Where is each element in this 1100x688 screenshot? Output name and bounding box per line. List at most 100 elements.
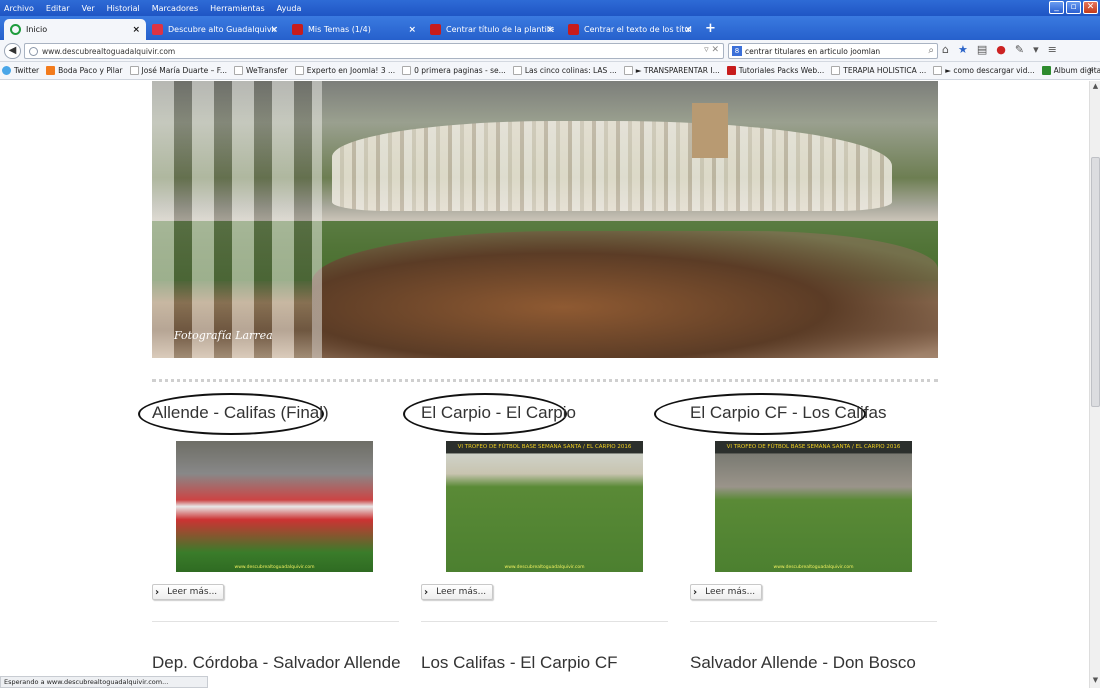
close-tab-icon[interactable]: ×: [546, 25, 554, 35]
extension-icon[interactable]: ✎: [1015, 43, 1024, 56]
page-content: Fotografía Larrea Allende - Califas (Fin…: [0, 81, 1089, 675]
read-more-button[interactable]: › Leer más...: [152, 584, 225, 600]
overflow-chevron-icon[interactable]: ▾: [1033, 43, 1039, 56]
navigation-bar: ◀ www.descubrealtoguadalquivir.com ▿ ✕ 8…: [0, 40, 1100, 62]
article-title[interactable]: El Carpio - El Carpio: [421, 403, 576, 423]
photographer-signature: Fotografía Larrea: [174, 329, 273, 342]
image-credit: www.descubrealtoguadalquivir.com: [504, 565, 585, 570]
blogger-icon: [46, 66, 56, 75]
divider: [152, 379, 938, 383]
close-window-button[interactable]: ✕: [1083, 1, 1098, 14]
maximize-button[interactable]: ▫: [1066, 1, 1081, 14]
chevron-right-icon: ›: [155, 586, 160, 598]
menu-ayuda[interactable]: Ayuda: [277, 4, 302, 13]
tab-label: Centrar título de la plantilla (1...: [446, 25, 554, 34]
menu-marcadores[interactable]: Marcadores: [152, 4, 198, 13]
page-icon: [512, 66, 522, 75]
hero-tower: [692, 103, 728, 158]
ww-favicon-icon: [430, 24, 441, 35]
tab-label: Centrar el texto de los títulos ...: [584, 25, 692, 34]
more-bookmarks-icon[interactable]: »: [1088, 65, 1094, 75]
menu-herramientas[interactable]: Herramientas: [210, 4, 265, 13]
bookmark-cinco-colinas[interactable]: Las cinco colinas: LAS ...: [512, 66, 617, 75]
article-separator: [421, 621, 668, 622]
bookmark-primera-paginas[interactable]: 0 primera paginas - se...: [402, 66, 506, 75]
hero-image: Fotografía Larrea: [152, 81, 938, 358]
bookmark-descargar[interactable]: ► como descargar vid...: [933, 66, 1035, 75]
tab-label: Mis Temas (1/4): [308, 25, 371, 34]
page-icon: [831, 66, 841, 75]
article-title-next[interactable]: Salvador Allende - Don Bosco: [690, 653, 916, 673]
globe-icon: [29, 46, 38, 56]
hero-town: [332, 121, 892, 211]
article-title-next[interactable]: Dep. Córdoba - Salvador Allende: [152, 653, 401, 673]
menu-editar[interactable]: Editar: [46, 4, 70, 13]
tab-inicio[interactable]: Inicio ×: [4, 19, 146, 40]
menu-ver[interactable]: Ver: [82, 4, 95, 13]
read-more-button[interactable]: › Leer más...: [690, 584, 763, 600]
search-icon[interactable]: ⌕: [928, 45, 934, 56]
url-bar[interactable]: www.descubrealtoguadalquivir.com ▿ ✕: [24, 43, 724, 59]
bookmark-twitter[interactable]: Twitter: [2, 66, 39, 75]
search-query: centrar titulares en articulo joomlan: [745, 46, 881, 56]
article-thumbnail[interactable]: VI TROFEO DE FÚTBOL BASE SEMANA SANTA / …: [715, 441, 912, 572]
chevron-right-icon: ›: [424, 586, 429, 598]
tab-mis-temas[interactable]: Mis Temas (1/4) ×: [286, 19, 422, 40]
vertical-scrollbar[interactable]: ▲ ▼: [1089, 81, 1100, 688]
article-title[interactable]: Allende - Califas (Final): [152, 403, 329, 423]
read-more-button[interactable]: › Leer más...: [421, 584, 494, 600]
image-banner: VI TROFEO DE FÚTBOL BASE SEMANA SANTA / …: [715, 441, 912, 453]
image-banner: VI TROFEO DE FÚTBOL BASE SEMANA SANTA / …: [446, 441, 643, 453]
close-tab-icon[interactable]: ×: [408, 25, 416, 35]
chevron-right-icon: ›: [693, 586, 698, 598]
image-credit: www.descubrealtoguadalquivir.com: [773, 565, 854, 570]
close-tab-icon[interactable]: ×: [684, 25, 692, 35]
toolbar-icons: ⌂ ★ ▤ ● ✎ ▾ ≡: [942, 43, 1057, 56]
article-title-next[interactable]: Los Califas - El Carpio CF: [421, 653, 618, 673]
image-credit: www.descubrealtoguadalquivir.com: [234, 565, 315, 570]
back-button[interactable]: ◀: [4, 43, 21, 59]
twitter-icon: [2, 66, 11, 75]
page-icon: [234, 66, 243, 75]
minimize-button[interactable]: _: [1049, 1, 1064, 14]
menu-archivo[interactable]: Archivo: [4, 4, 34, 13]
bookmark-boda[interactable]: Boda Paco y Pilar: [46, 66, 123, 75]
scroll-up-icon[interactable]: ▲: [1091, 82, 1100, 91]
bookmark-wetransfer[interactable]: WeTransfer: [234, 66, 288, 75]
scroll-down-icon[interactable]: ▼: [1091, 676, 1100, 685]
bookmark-duarte[interactable]: José María Duarte – F...: [129, 66, 227, 75]
site-favicon-icon: [152, 24, 163, 35]
tab-label: Descubre alto Guadalquivir - ...: [168, 25, 278, 34]
article-title[interactable]: El Carpio CF - Los Califas: [690, 403, 887, 423]
page-icon: [129, 66, 139, 75]
close-tab-icon[interactable]: ×: [270, 25, 278, 35]
bookmark-star-icon[interactable]: ★: [958, 43, 968, 56]
page-icon: [402, 66, 412, 75]
page-icon: [623, 66, 633, 75]
adblock-icon[interactable]: ●: [996, 43, 1006, 56]
bookmark-terapia[interactable]: TERAPIA HOLISTICA ...: [831, 66, 926, 75]
article-thumbnail[interactable]: www.descubrealtoguadalquivir.com: [176, 441, 373, 572]
article-thumbnail[interactable]: VI TROFEO DE FÚTBOL BASE SEMANA SANTA / …: [446, 441, 643, 572]
url-text: www.descubrealtoguadalquivir.com: [42, 46, 176, 56]
home-icon[interactable]: ⌂: [942, 43, 949, 56]
tab-centrar-titulo[interactable]: Centrar título de la plantilla (1... ×: [424, 19, 560, 40]
new-tab-button[interactable]: +: [705, 21, 716, 36]
bookmark-transparentar[interactable]: ► TRANSPARENTAR I...: [623, 66, 720, 75]
article-separator: [690, 621, 937, 622]
scrollbar-thumb[interactable]: [1091, 157, 1100, 407]
star-icon: [1041, 66, 1051, 75]
menu-historial[interactable]: Historial: [107, 4, 140, 13]
bookmark-tutoriales[interactable]: Tutoriales Packs Web...: [726, 66, 824, 75]
menu-bar: Archivo Editar Ver Historial Marcadores …: [0, 0, 1100, 16]
search-input[interactable]: 8 centrar titulares en articulo joomlan …: [728, 43, 938, 59]
tab-descubre[interactable]: Descubre alto Guadalquivir - ... ×: [146, 19, 284, 40]
bookmarks-list-icon[interactable]: ▤: [977, 43, 987, 56]
tab-centrar-texto[interactable]: Centrar el texto de los títulos ... ×: [562, 19, 698, 40]
menu-hamburger-icon[interactable]: ≡: [1048, 43, 1057, 56]
search-engine-icon[interactable]: 8: [732, 46, 742, 56]
article-separator: [152, 621, 399, 622]
status-bar: Esperando a www.descubrealtoguadalquivir…: [0, 676, 208, 688]
bookmark-experto-joomla[interactable]: Experto en Joomla! 3 ...: [294, 66, 395, 75]
close-tab-icon[interactable]: ×: [132, 25, 140, 35]
